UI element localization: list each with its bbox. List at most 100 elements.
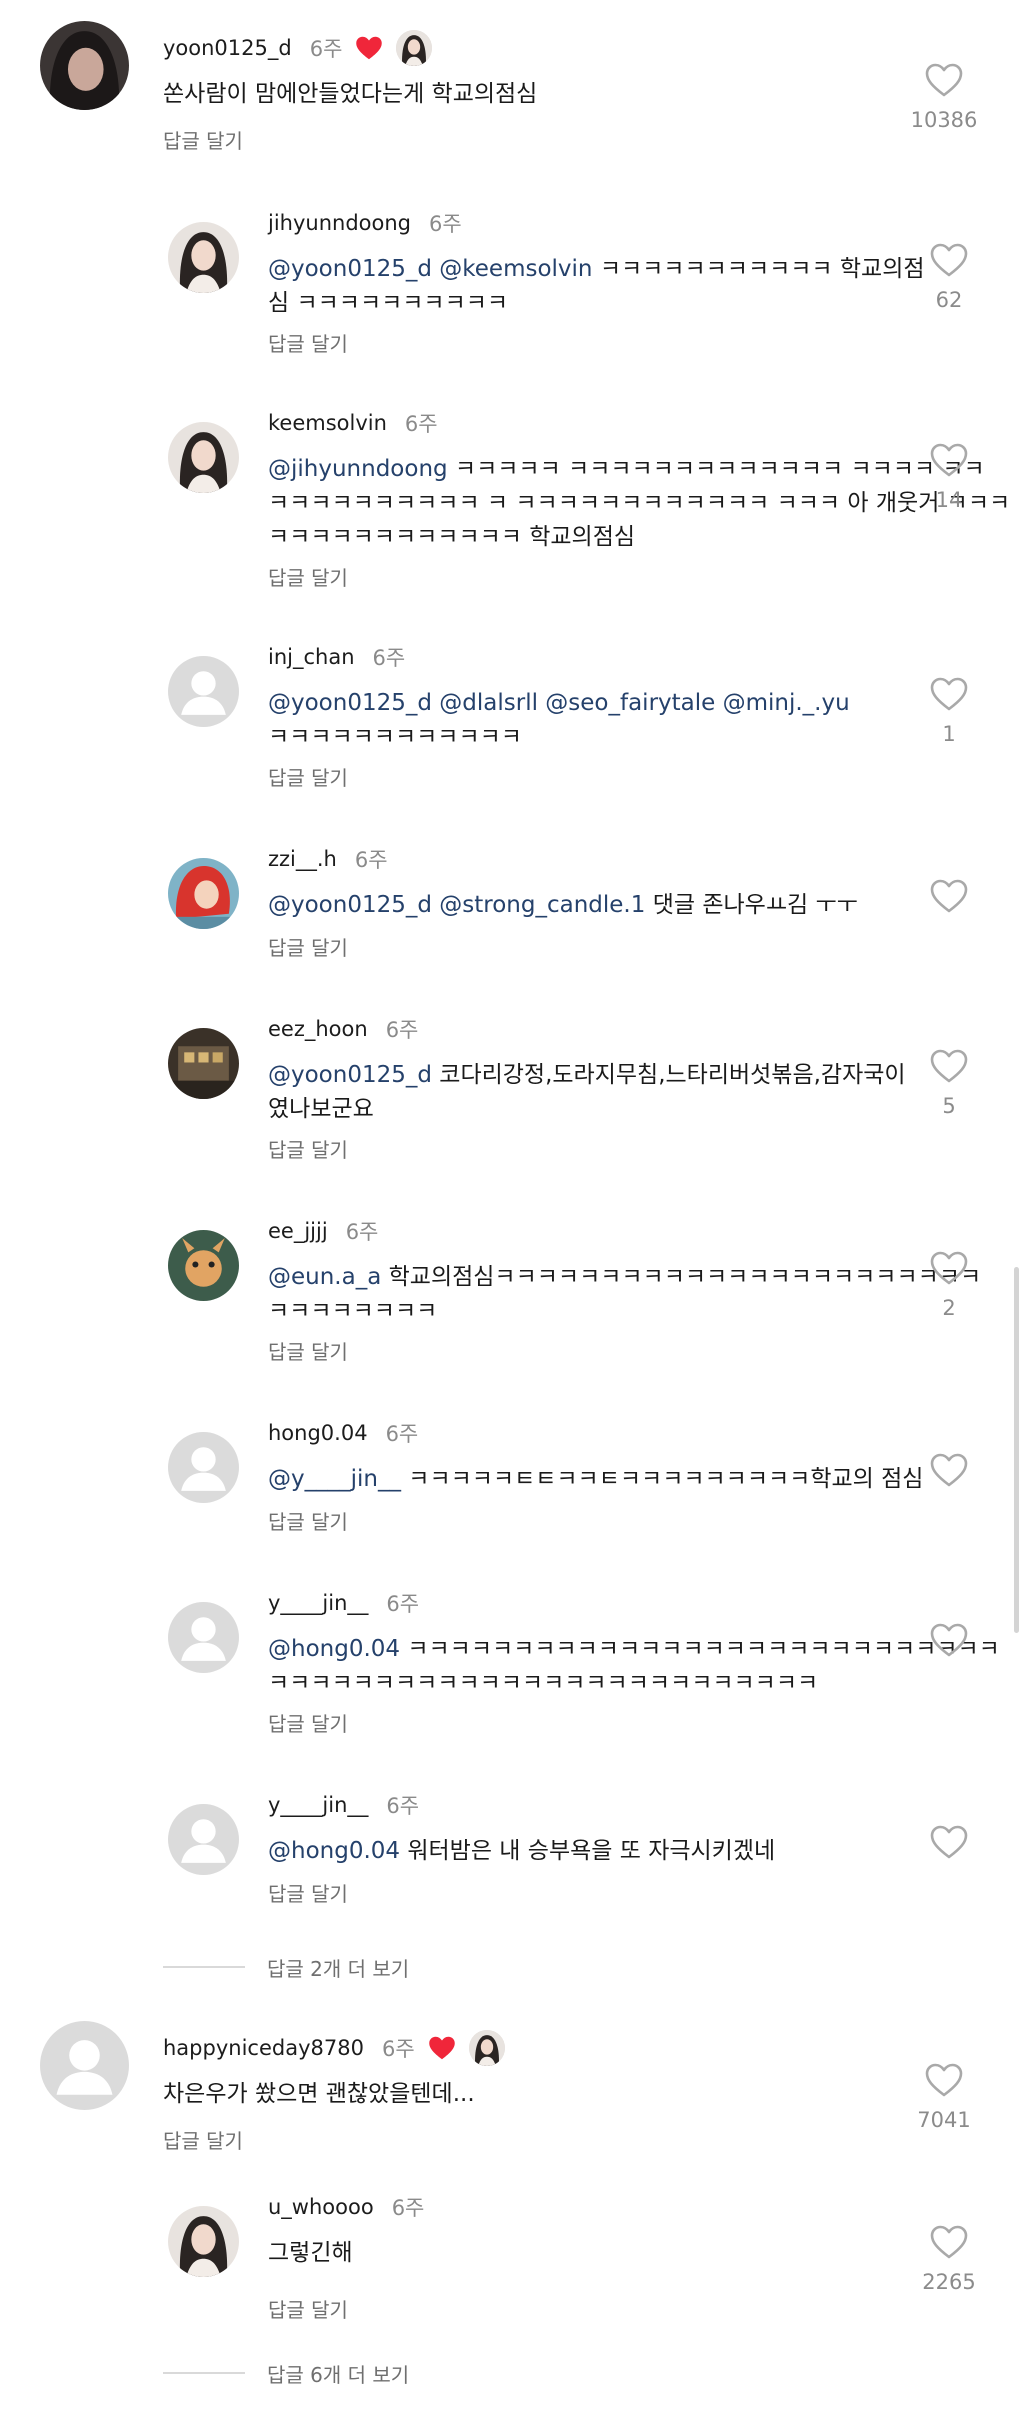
comment-age: 6주: [385, 1422, 419, 1446]
reply-comment: y____jin__ 6주 @hong0.04 ㅋㅋㅋㅋㅋㅋㅋㅋㅋㅋㅋㅋㅋㅋㅋㅋ…: [0, 1591, 1024, 1736]
comment-text: 그렇긴해: [268, 2240, 353, 2266]
comment-text: 쏜사람이 맘에안들었다는게 학교의점심: [163, 81, 538, 107]
like-button[interactable]: 1: [914, 676, 984, 746]
comment-meta: eez_hoon 6주: [268, 1016, 418, 1042]
mention-link[interactable]: @yoon0125_d @keemsolvin: [268, 256, 593, 282]
view-more-replies[interactable]: 답글 2개 더 보기: [163, 1952, 409, 1982]
like-button[interactable]: 2: [914, 1250, 984, 1320]
comment-meta: y____jin__ 6주: [268, 1792, 419, 1818]
comment-age: 6주: [345, 1220, 379, 1244]
mention-link[interactable]: @jihyunndoong: [268, 456, 448, 482]
comment-meta: jihyunndoong 6주: [268, 210, 462, 236]
reply-button[interactable]: 답글 달기: [268, 1134, 348, 1163]
reply-button[interactable]: 답글 달기: [163, 2125, 243, 2154]
like-button[interactable]: 7041: [909, 2062, 979, 2132]
reply-comment: keemsolvin 6주 @jihyunndoong ㅋㅋㅋㅋㅋ ㅋㅋㅋㅋㅋㅋ…: [0, 411, 1024, 590]
username[interactable]: y____jin__: [268, 1793, 368, 1817]
comment-text-line: ㅋㅋㅋㅋㅋㅋㅋㅋㅋㅋㅋㅋ 학교의점심: [268, 524, 636, 550]
comment-text-line: 심 ㅋㅋㅋㅋㅋㅋㅋㅋㅋㅋ: [268, 290, 509, 316]
username[interactable]: u_whoooo: [268, 2195, 374, 2219]
mention-link[interactable]: @yoon0125_d @dlalsrll @seo_fairytale @mi…: [268, 690, 850, 716]
username[interactable]: happyniceday8780: [163, 2036, 364, 2060]
like-button[interactable]: 5: [914, 1048, 984, 1118]
default-user-avatar[interactable]: [40, 2021, 129, 2110]
reply-button[interactable]: 답글 달기: [268, 1878, 348, 1907]
reply-comment: u_whoooo 6주 그렇긴해 답글 달기 2265: [0, 2195, 1024, 2322]
like-button[interactable]: 2265: [914, 2224, 984, 2294]
mention-link[interactable]: @yoon0125_d: [268, 1062, 432, 1088]
comment-meta: yoon0125_d 6주: [163, 30, 433, 66]
reply-comment: ee_jjjj 6주 @eun.a_a 학교의점심ㅋㅋㅋㅋㅋㅋㅋㅋㅋㅋㅋㅋㅋㅋㅋ…: [0, 1219, 1024, 1364]
username[interactable]: hong0.04: [268, 1421, 368, 1445]
woman-portrait-avatar[interactable]: [168, 422, 239, 493]
like-button[interactable]: [914, 878, 984, 914]
reply-button[interactable]: 답글 달기: [163, 125, 243, 154]
reply-button[interactable]: 답글 달기: [268, 762, 348, 791]
username[interactable]: jihyunndoong: [268, 211, 411, 235]
like-count: 10386: [910, 108, 978, 132]
comment-meta: y____jin__ 6주: [268, 1590, 419, 1616]
mention-link[interactable]: @hong0.04: [268, 1838, 400, 1864]
cartoon-avatar[interactable]: [168, 1230, 239, 1301]
mention-link[interactable]: @eun.a_a: [268, 1264, 381, 1290]
reply-button[interactable]: 답글 달기: [268, 2294, 348, 2323]
comment-text-line: 학교의점심ㅋㅋㅋㅋㅋㅋㅋㅋㅋㅋㅋㅋㅋㅋㅋㅋㅋㅋㅋㅋㅋㅋㅋ: [381, 1264, 982, 1290]
like-button[interactable]: [914, 1622, 984, 1658]
reply-button[interactable]: 답글 달기: [268, 328, 348, 357]
reply-button[interactable]: 답글 달기: [268, 562, 348, 591]
comment-text-line: 였나보군요: [268, 1096, 374, 1122]
reply-button[interactable]: 답글 달기: [268, 1506, 348, 1535]
like-button[interactable]: 10386: [909, 62, 979, 132]
divider-line: [163, 1966, 245, 1968]
default-user-avatar[interactable]: [168, 1804, 239, 1875]
comment-age: 6주: [372, 646, 406, 670]
username[interactable]: keemsolvin: [268, 411, 387, 435]
like-button[interactable]: [914, 1824, 984, 1860]
comment-age: 6주: [404, 412, 438, 436]
creator-heart-icon: [354, 34, 384, 62]
default-user-avatar[interactable]: [168, 656, 239, 727]
like-count: 1: [942, 722, 956, 746]
reply-button[interactable]: 답글 달기: [268, 932, 348, 961]
woman-portrait-avatar[interactable]: [168, 222, 239, 293]
view-more-replies[interactable]: 답글 6개 더 보기: [163, 2358, 409, 2388]
like-count: 5: [942, 1094, 956, 1118]
like-button[interactable]: 14: [914, 442, 984, 512]
username[interactable]: ee_jjjj: [268, 1219, 328, 1243]
comment-text-line: 워터밤은 내 승부욕을 또 자극시키겠네: [400, 1838, 776, 1864]
reply-button[interactable]: 답글 달기: [268, 1336, 348, 1365]
comment-text: @yoon0125_d 코다리강정,도라지무침,느타리버섯볶음,감자국이 였나보…: [268, 1058, 908, 1126]
mermaid-avatar[interactable]: [168, 858, 239, 929]
mention-link[interactable]: @yoon0125_d @strong_candle.1: [268, 892, 645, 918]
reply-button[interactable]: 답글 달기: [268, 1708, 348, 1737]
reply-comment: eez_hoon 6주 @yoon0125_d 코다리강정,도라지무침,느타리버…: [0, 1017, 1024, 1162]
username[interactable]: zzi__.h: [268, 847, 337, 871]
comment-text: @yoon0125_d @dlalsrll @seo_fairytale @mi…: [268, 686, 908, 754]
reply-comment: zzi__.h 6주 @yoon0125_d @strong_candle.1 …: [0, 847, 1024, 960]
username[interactable]: eez_hoon: [268, 1017, 368, 1041]
reply-comment: jihyunndoong 6주 @yoon0125_d @keemsolvin …: [0, 211, 1024, 356]
woman-portrait-avatar[interactable]: [168, 2206, 239, 2277]
heart-icon: [929, 1048, 969, 1084]
dark-portrait-avatar[interactable]: [40, 21, 129, 110]
username[interactable]: y____jin__: [268, 1591, 368, 1615]
like-button[interactable]: 62: [914, 242, 984, 312]
scrollbar[interactable]: [1014, 1267, 1019, 1633]
mention-link[interactable]: @y____jin__: [268, 1466, 401, 1492]
comment-text: @jihyunndoong ㅋㅋㅋㅋㅋ ㅋㅋㅋㅋㅋㅋㅋㅋㅋㅋㅋㅋㅋ ㅋㅋㅋㅋ ㅋ…: [268, 452, 1010, 554]
comment-text-line: ㅋㅋㅋㅋㅋㅋㅋㅋㅋㅋㅋㅋㅋㅋㅋㅋㅋㅋㅋㅋㅋㅋㅋㅋㅋㅋㅋㅋ: [400, 1636, 1000, 1662]
default-user-avatar[interactable]: [168, 1432, 239, 1503]
creator-avatar: [396, 30, 433, 66]
comment-text: @hong0.04 ㅋㅋㅋㅋㅋㅋㅋㅋㅋㅋㅋㅋㅋㅋㅋㅋㅋㅋㅋㅋㅋㅋㅋㅋㅋㅋㅋㅋ ㅋ…: [268, 1632, 1000, 1700]
building-photo-avatar[interactable]: [168, 1028, 239, 1099]
username[interactable]: yoon0125_d: [163, 36, 292, 60]
like-button[interactable]: [914, 1452, 984, 1488]
comment-text-line: ㅋㅋㅋㅋㅋㅋㅋㅋ: [268, 1298, 438, 1324]
heart-icon: [929, 2224, 969, 2260]
comment-meta: zzi__.h 6주: [268, 846, 388, 872]
mention-link[interactable]: @hong0.04: [268, 1636, 400, 1662]
reply-comment: hong0.04 6주 @y____jin__ ㅋㅋㅋㅋㅋㅌㅌㅋㅋㅌㅋㅋㅋㅋㅋㅋ…: [0, 1421, 1024, 1534]
default-user-avatar[interactable]: [168, 1602, 239, 1673]
username[interactable]: inj_chan: [268, 645, 355, 669]
comment-age: 6주: [386, 1592, 420, 1616]
